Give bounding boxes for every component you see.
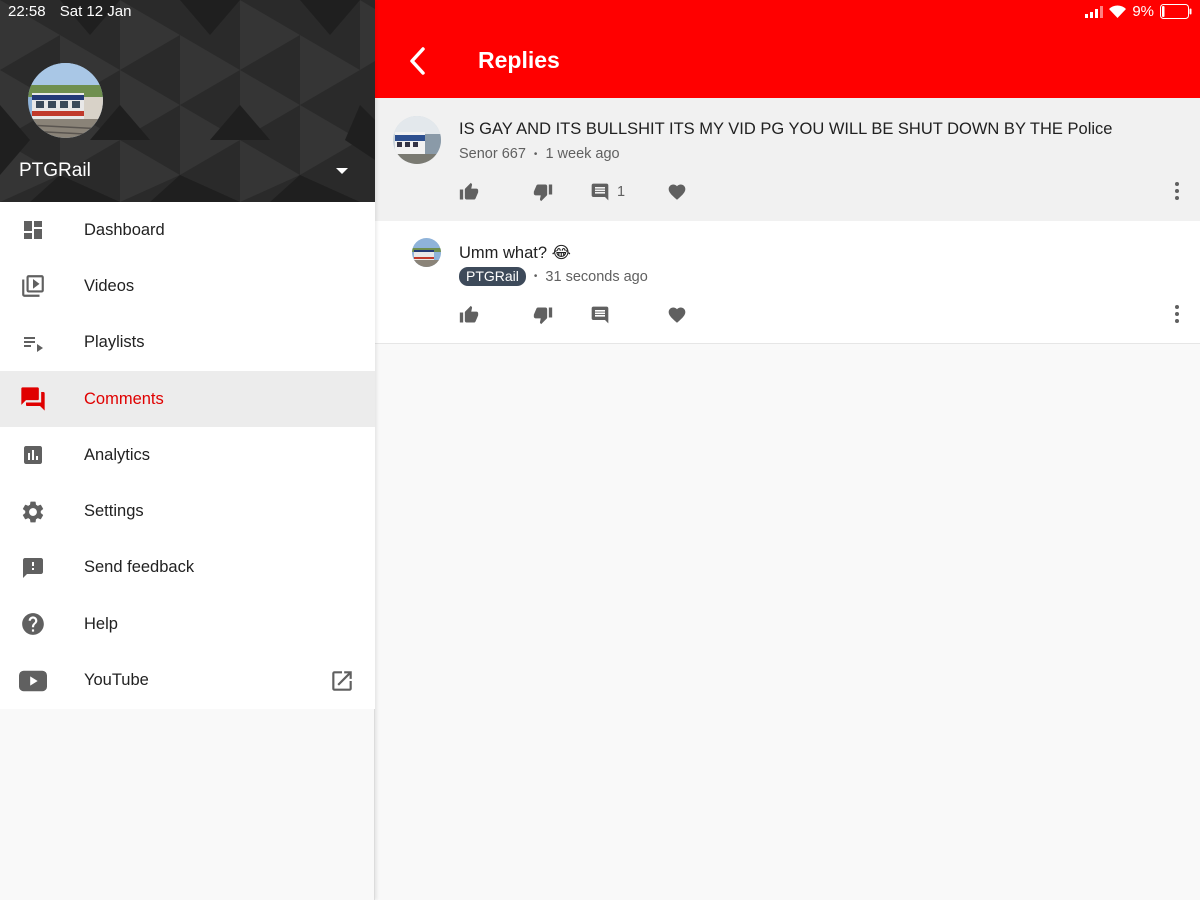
- reply-comment: Umm what? 😂 PTGRail • 31 seconds ago: [375, 221, 1200, 344]
- comment-time: 1 week ago: [545, 146, 620, 162]
- chevron-down-icon[interactable]: [330, 161, 354, 181]
- page-title: Replies: [478, 47, 560, 73]
- separator-dot: •: [533, 148, 538, 160]
- train-photo-icon: [393, 116, 441, 164]
- thumbs-down-icon: [533, 307, 553, 325]
- train-photo-icon: [412, 238, 441, 267]
- channel-header: 22:58 Sat 12 Jan PTGRail: [0, 0, 375, 202]
- app-bar: 9% Replies: [375, 0, 1200, 98]
- thumbs-down-icon: [533, 184, 553, 202]
- reply-count: 1: [617, 184, 626, 200]
- comment-meta: PTGRail • 31 seconds ago: [459, 267, 648, 286]
- comment-author[interactable]: Senor 667: [459, 146, 526, 162]
- heart-button[interactable]: [667, 303, 687, 327]
- sidebar-item-analytics[interactable]: Analytics: [0, 427, 375, 483]
- sidebar-item-comments[interactable]: Comments: [0, 370, 375, 428]
- video-library-icon: [19, 272, 47, 300]
- avatar[interactable]: [393, 116, 441, 164]
- more-options-icon[interactable]: [1173, 303, 1181, 325]
- status-time: 22:58: [8, 3, 46, 20]
- navigation-drawer: 22:58 Sat 12 Jan PTGRail Dashboard Video…: [0, 0, 375, 900]
- sidebar-item-label: YouTube: [84, 671, 149, 690]
- separator-dot: •: [533, 271, 538, 282]
- sidebar-item-dashboard[interactable]: Dashboard: [0, 202, 375, 258]
- sidebar-item-label: Videos: [84, 276, 135, 295]
- nav-list: Dashboard Videos Playlists Comments Anal…: [0, 202, 375, 709]
- avatar[interactable]: [412, 238, 441, 267]
- heart-icon: [668, 307, 686, 323]
- sidebar-item-label: Send feedback: [84, 558, 195, 577]
- more-options-icon[interactable]: [1173, 180, 1181, 202]
- heart-icon: [668, 184, 686, 200]
- heart-button[interactable]: [667, 180, 687, 204]
- open-external-icon[interactable]: [329, 668, 355, 694]
- youtube-icon: [19, 667, 47, 695]
- replies-panel: 9% Replies IS GAY AND ITS BULLSHIT ITS M…: [375, 0, 1200, 900]
- sidebar-item-videos[interactable]: Videos: [0, 258, 375, 314]
- comment-meta: Senor 667 • 1 week ago: [459, 146, 620, 162]
- channel-avatar[interactable]: [28, 63, 103, 138]
- sidebar-item-youtube[interactable]: YouTube: [0, 652, 375, 708]
- cellular-signal-icon: [1085, 5, 1104, 18]
- dislike-button[interactable]: [533, 303, 553, 327]
- comment-actions: 1: [459, 180, 1199, 204]
- analytics-icon: [19, 441, 47, 469]
- comment-text: Umm what? 😂: [459, 244, 571, 262]
- comment-icon: [591, 306, 609, 324]
- comment-text: IS GAY AND ITS BULLSHIT ITS MY VID PG YO…: [459, 120, 1113, 138]
- comment-actions: [459, 303, 1199, 327]
- gear-icon: [19, 498, 47, 526]
- dislike-button[interactable]: [533, 180, 553, 204]
- sidebar-item-help[interactable]: Help: [0, 596, 375, 652]
- sidebar-item-label: Playlists: [84, 333, 145, 352]
- thumbs-up-icon: [459, 305, 479, 323]
- playlist-icon: [19, 329, 47, 357]
- sidebar-item-send-feedback[interactable]: Send feedback: [0, 540, 375, 596]
- channel-owner-badge[interactable]: PTGRail: [459, 267, 526, 286]
- reply-button[interactable]: [590, 303, 610, 327]
- battery-percent: 9%: [1132, 3, 1154, 20]
- sidebar-item-label: Help: [84, 614, 118, 633]
- feedback-icon: [19, 554, 47, 582]
- dashboard-icon: [19, 216, 47, 244]
- sidebar-item-label: Comments: [84, 389, 164, 408]
- reply-button[interactable]: 1: [590, 180, 625, 204]
- parent-comment: IS GAY AND ITS BULLSHIT ITS MY VID PG YO…: [375, 98, 1200, 221]
- channel-name: PTGRail: [19, 160, 91, 181]
- status-bar-right: 9%: [1085, 3, 1192, 20]
- help-icon: [19, 610, 47, 638]
- sidebar-item-label: Dashboard: [84, 220, 165, 239]
- like-button[interactable]: [459, 303, 479, 327]
- thumbs-up-icon: [459, 182, 479, 200]
- status-date: Sat 12 Jan: [59, 3, 132, 20]
- sidebar-item-settings[interactable]: Settings: [0, 483, 375, 539]
- battery-icon: [1160, 4, 1192, 19]
- status-bar-left: 22:58 Sat 12 Jan: [8, 3, 131, 20]
- comment-icon: [591, 183, 609, 201]
- sidebar-item-label: Settings: [84, 502, 144, 521]
- like-button[interactable]: [459, 180, 479, 204]
- wifi-icon: [1109, 5, 1127, 18]
- back-arrow-icon[interactable]: [405, 46, 431, 76]
- train-photo-icon: [28, 63, 103, 138]
- comment-time: 31 seconds ago: [545, 268, 648, 285]
- sidebar-item-playlists[interactable]: Playlists: [0, 315, 375, 371]
- comments-icon: [19, 385, 47, 413]
- sidebar-item-label: Analytics: [84, 445, 151, 464]
